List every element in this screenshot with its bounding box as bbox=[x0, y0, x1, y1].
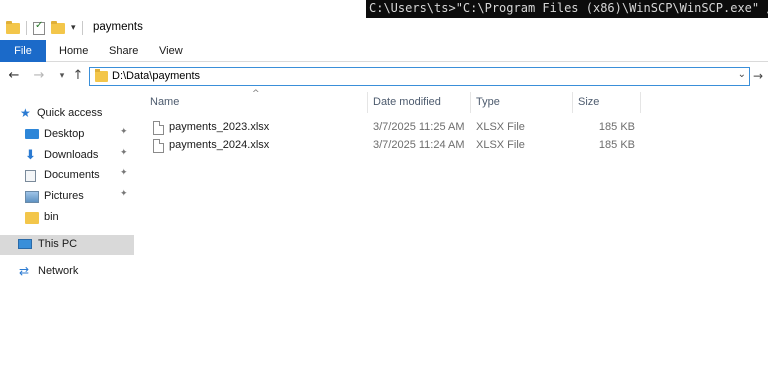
star-icon: ★ bbox=[20, 106, 31, 120]
tab-view[interactable]: View bbox=[159, 40, 183, 62]
pin-icon[interactable]: ✦ bbox=[120, 127, 128, 137]
toolbar-divider bbox=[81, 21, 83, 35]
sidebar-item-label: Documents bbox=[44, 169, 100, 181]
toolbar-divider bbox=[26, 21, 27, 35]
column-divider[interactable] bbox=[572, 92, 573, 113]
file-icon bbox=[153, 139, 164, 153]
sidebar-item-downloads[interactable]: ⬇ Downloads ✦ bbox=[0, 146, 134, 166]
sidebar-item-desktop[interactable]: Desktop ✦ bbox=[0, 125, 134, 145]
back-arrow-icon[interactable]: ← bbox=[6, 67, 22, 85]
sidebar-item-label: bin bbox=[44, 211, 59, 223]
new-folder-icon[interactable] bbox=[51, 20, 65, 34]
tab-file[interactable]: File bbox=[0, 40, 46, 62]
window-title: payments bbox=[93, 21, 143, 33]
recent-locations-chevron-icon[interactable]: ▾ bbox=[54, 67, 70, 85]
sort-ascending-icon: ^ bbox=[252, 89, 260, 99]
column-header-name[interactable]: Name bbox=[150, 96, 179, 108]
tab-share[interactable]: Share bbox=[109, 40, 138, 62]
pin-icon[interactable]: ✦ bbox=[120, 148, 128, 158]
column-divider[interactable] bbox=[470, 92, 471, 113]
console-window: C:\Users\ts>"C:\Program Files (x86)\WinS… bbox=[366, 0, 768, 18]
tab-home[interactable]: Home bbox=[59, 40, 88, 62]
network-icon: ⇄ bbox=[19, 264, 30, 278]
sidebar-item-label: This PC bbox=[38, 238, 78, 250]
file-date-modified: 3/7/2025 11:25 AM bbox=[373, 121, 465, 133]
column-divider[interactable] bbox=[367, 92, 368, 113]
sidebar-item-network[interactable]: ⇄ Network bbox=[0, 262, 134, 282]
console-command-line: C:\Users\ts>"C:\Program Files (x86)\WinS… bbox=[369, 1, 768, 15]
chevron-down-icon[interactable]: ⌄ bbox=[738, 69, 746, 80]
file-size: 185 KB bbox=[598, 139, 635, 151]
computer-icon bbox=[18, 239, 32, 249]
sidebar-item-documents[interactable]: Documents ✦ bbox=[0, 166, 134, 186]
address-path[interactable]: D:\Data\payments bbox=[112, 70, 200, 82]
customize-toolbar-icon[interactable]: ▾ bbox=[71, 23, 76, 33]
ribbon-tabs: File Home Share View bbox=[0, 40, 768, 62]
file-type: XLSX File bbox=[476, 139, 525, 151]
file-size: 185 KB bbox=[598, 121, 635, 133]
quick-access-toolbar: ▾ bbox=[6, 19, 83, 37]
sidebar-item-label: Pictures bbox=[44, 190, 84, 202]
forward-arrow-icon[interactable]: → bbox=[31, 67, 47, 85]
file-date-modified: 3/7/2025 11:24 AM bbox=[373, 139, 465, 151]
folder-icon bbox=[25, 212, 39, 224]
file-icon bbox=[153, 121, 164, 135]
sidebar-item-label: Downloads bbox=[44, 149, 99, 161]
picture-icon bbox=[25, 191, 39, 203]
sidebar-item-label: Desktop bbox=[44, 128, 85, 140]
column-header-type[interactable]: Type bbox=[476, 96, 500, 108]
up-arrow-icon[interactable]: ↑ bbox=[70, 67, 86, 85]
table-row[interactable]: payments_2023.xlsx 3/7/2025 11:25 AM XLS… bbox=[149, 118, 639, 137]
navigation-bar: ← → ▾ ↑ D:\Data\payments ⌄ → bbox=[0, 63, 768, 89]
navigation-pane: ★ Quick access Desktop ✦ ⬇ Downloads ✦ D… bbox=[0, 96, 134, 377]
download-icon: ⬇ bbox=[25, 148, 36, 163]
sidebar-item-label: Quick access bbox=[37, 107, 103, 119]
file-type: XLSX File bbox=[476, 121, 525, 133]
column-header-size[interactable]: Size bbox=[578, 96, 599, 108]
folder-icon[interactable] bbox=[6, 20, 20, 34]
pin-icon[interactable]: ✦ bbox=[120, 189, 128, 199]
sidebar-item-bin[interactable]: bin bbox=[0, 208, 134, 228]
sidebar-item-label: Network bbox=[38, 265, 79, 277]
folder-icon bbox=[95, 69, 108, 82]
sidebar-item-quick-access[interactable]: ★ Quick access bbox=[0, 104, 134, 124]
document-icon bbox=[25, 170, 36, 182]
pin-icon[interactable]: ✦ bbox=[120, 168, 128, 178]
sidebar-item-this-pc[interactable]: This PC bbox=[0, 235, 134, 255]
column-header-date-modified[interactable]: Date modified bbox=[373, 96, 441, 108]
desktop-icon bbox=[25, 129, 39, 139]
file-name[interactable]: payments_2023.xlsx bbox=[169, 121, 269, 133]
column-divider[interactable] bbox=[640, 92, 641, 113]
refresh-icon[interactable]: → bbox=[753, 67, 767, 85]
sidebar-item-pictures[interactable]: Pictures ✦ bbox=[0, 187, 134, 207]
file-name[interactable]: payments_2024.xlsx bbox=[169, 139, 269, 151]
table-row[interactable]: payments_2024.xlsx 3/7/2025 11:24 AM XLS… bbox=[149, 136, 639, 155]
file-list: ^ Name Date modified Type Size payments_… bbox=[134, 89, 768, 377]
address-bar[interactable]: D:\Data\payments ⌄ bbox=[89, 67, 750, 86]
properties-icon[interactable] bbox=[33, 20, 45, 35]
